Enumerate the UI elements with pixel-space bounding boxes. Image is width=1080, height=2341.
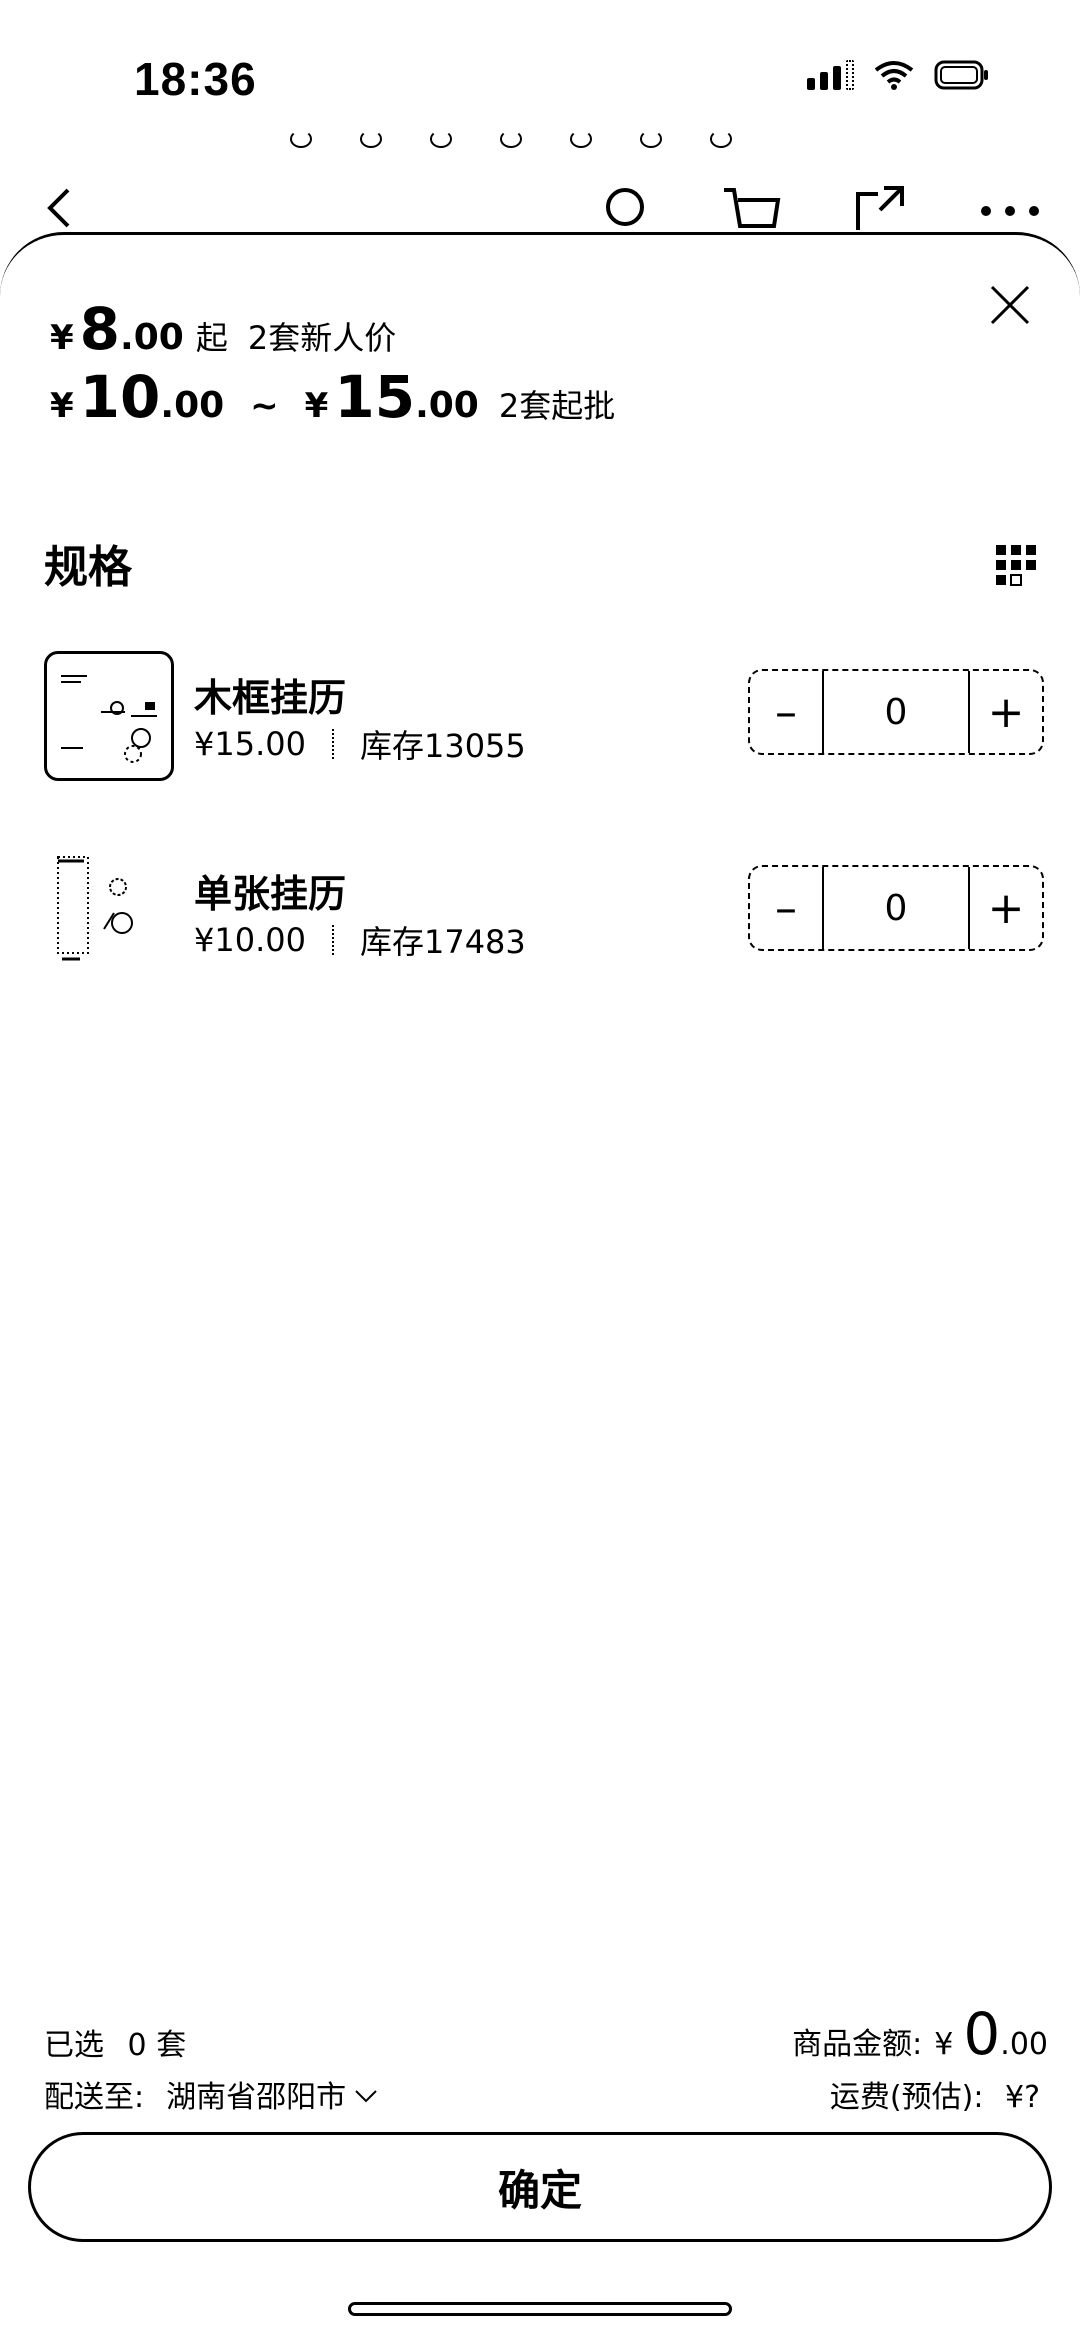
increment-button[interactable]: + xyxy=(968,867,1042,949)
range-separator: ~ xyxy=(250,386,279,426)
confirm-button[interactable]: 确定 xyxy=(28,2132,1052,2242)
amount-currency: ¥ xyxy=(934,2027,954,2062)
divider xyxy=(331,729,334,759)
background-nav-bar xyxy=(0,186,1080,236)
wholesale-price-range: ¥ 10 .00 ~ ¥ 15 .00 2套起批 xyxy=(50,363,615,431)
freight-label: 运费(预估): xyxy=(829,2080,984,2115)
currency-symbol: ¥ xyxy=(50,386,74,426)
wifi-icon xyxy=(874,60,914,90)
grid-view-icon[interactable] xyxy=(994,543,1038,587)
battery-icon xyxy=(934,60,990,90)
quantity-stepper: – 0 + xyxy=(748,669,1044,755)
item-meta: ¥15.00 库存13055 xyxy=(194,721,526,767)
selected-count: 已选 0 套 xyxy=(44,2020,186,2064)
quantity-input[interactable]: 0 xyxy=(824,692,968,733)
status-time: 18:36 xyxy=(134,53,257,105)
price-qualifier: 起 xyxy=(195,319,228,357)
signal-icon xyxy=(807,60,854,90)
min-price-cents: .00 xyxy=(160,385,225,426)
list-item: 木框挂历 ¥15.00 库存13055 – 0 + xyxy=(44,651,1044,781)
search-icon[interactable] xyxy=(604,186,650,236)
status-bar: 18:36 xyxy=(0,0,1080,150)
shipping-destination[interactable]: 配送至: 湖南省邵阳市 xyxy=(44,2072,378,2116)
screen: 18:36 ¥ 8 .00 起 2套新人价 ¥ 10 .00 ~ ¥ 15 .0… xyxy=(0,0,1080,2341)
item-meta: ¥10.00 库存17483 xyxy=(194,917,526,963)
home-indicator xyxy=(348,2302,732,2316)
close-icon[interactable] xyxy=(980,275,1040,335)
divider xyxy=(331,925,334,955)
chevron-left-icon[interactable] xyxy=(44,186,74,234)
chevron-down-icon xyxy=(354,2077,378,2112)
max-price-cents: .00 xyxy=(415,385,479,426)
product-thumbnail[interactable] xyxy=(44,651,174,781)
item-stock: 库存17483 xyxy=(359,923,526,961)
item-price: ¥15.00 xyxy=(194,725,306,763)
min-price-integer: 10 xyxy=(79,363,161,431)
currency-symbol: ¥ xyxy=(50,318,74,358)
freight-estimate: 运费(预估): ¥? xyxy=(830,2072,1040,2116)
new-user-price-label: 2套新人价 xyxy=(247,319,397,357)
increment-button[interactable]: + xyxy=(968,671,1042,753)
item-stock: 库存13055 xyxy=(359,727,526,765)
amount-integer: 0 xyxy=(963,2000,1001,2068)
currency-symbol: ¥ xyxy=(304,386,329,426)
cart-icon[interactable] xyxy=(722,186,782,236)
decrement-button[interactable]: – xyxy=(750,671,824,753)
spec-title: 规格 xyxy=(44,542,132,593)
decrement-button[interactable]: – xyxy=(750,867,824,949)
selected-number: 0 xyxy=(127,2028,147,2063)
more-icon[interactable] xyxy=(980,202,1040,221)
new-user-price: ¥ 8 .00 起 2套新人价 xyxy=(50,295,396,363)
wholesale-label: 2套起批 xyxy=(498,387,616,425)
price-integer: 8 xyxy=(79,295,121,363)
ship-address: 湖南省邵阳市 xyxy=(166,2080,347,2115)
background-carousel-dots xyxy=(290,130,732,148)
amount-label: 商品金额: xyxy=(792,2027,923,2062)
goods-amount: 商品金额: ¥ 0 .00 xyxy=(792,2000,1048,2068)
quantity-input[interactable]: 0 xyxy=(824,888,968,929)
ship-label: 配送至: xyxy=(44,2080,145,2115)
list-item: 单张挂历 ¥10.00 库存17483 – 0 + xyxy=(44,847,1044,977)
nav-actions xyxy=(604,186,1040,236)
product-thumbnail[interactable] xyxy=(44,847,174,977)
share-icon[interactable] xyxy=(854,186,908,236)
quantity-stepper: – 0 + xyxy=(748,865,1044,951)
item-name: 木框挂历 xyxy=(194,676,347,720)
price-cents: .00 xyxy=(120,317,184,358)
max-price-integer: 15 xyxy=(334,363,416,431)
freight-value: ¥? xyxy=(1004,2080,1040,2115)
selected-unit: 套 xyxy=(156,2028,187,2063)
selected-label: 已选 xyxy=(44,2028,104,2063)
amount-cents: .00 xyxy=(1000,2027,1048,2062)
item-price: ¥10.00 xyxy=(194,921,306,959)
status-icons xyxy=(807,60,990,90)
item-name: 单张挂历 xyxy=(194,872,347,916)
